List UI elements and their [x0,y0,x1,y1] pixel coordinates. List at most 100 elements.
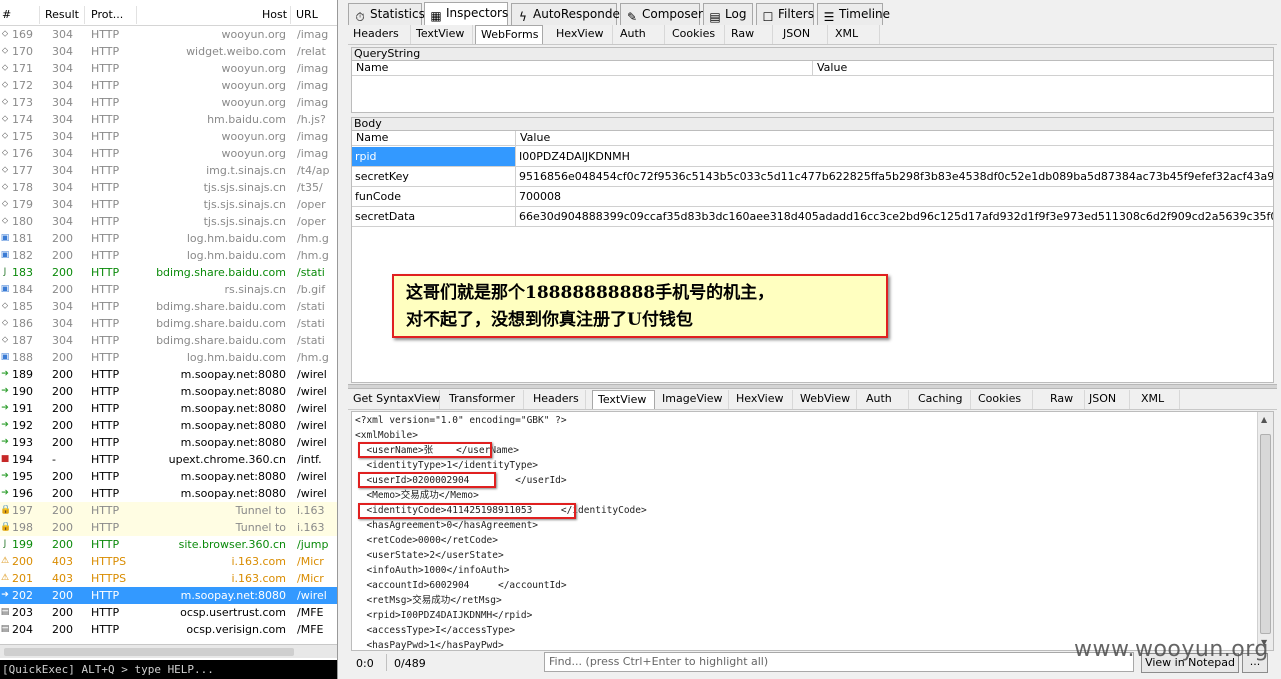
resp-tab-webview[interactable]: WebView [795,390,857,409]
resp-tab-json[interactable]: JSON [1084,390,1130,409]
session-row[interactable]: ➔ 196 200 HTTP m.soopay.net:8080/wirel [0,485,337,502]
session-url: /t4/ap [297,164,330,177]
session-row[interactable]: ▣ 184 200 HTTP rs.sinajs.cn/b.gif [0,281,337,298]
find-input[interactable]: Find... (press Ctrl+Enter to highlight a… [544,652,1134,672]
tab-filters[interactable]: ☐ Filters [756,3,814,25]
tab-inspectors[interactable]: ▦ Inspectors [424,2,508,25]
session-protocol: HTTP [91,62,120,75]
col-header-host[interactable]: Host [262,8,287,21]
session-result: 304 [52,317,73,330]
vscroll-thumb[interactable] [1260,434,1271,634]
session-row[interactable]: ▤ 203 200 HTTP ocsp.usertrust.com/MFE [0,604,337,621]
session-row[interactable]: ▤ 204 200 HTTP ocsp.verisign.com/MFE [0,621,337,638]
tab-log[interactable]: ▤ Log [703,3,753,25]
session-row[interactable]: ▣ 182 200 HTTP log.hm.baidu.com/hm.g [0,247,337,264]
session-num: 180 [12,215,33,228]
body-row-secretkey[interactable]: secretKey 9516856e048454cf0c72f9536c5143… [352,167,1273,187]
response-vscroll[interactable]: ▲ ▼ [1257,412,1273,650]
req-tab-auth[interactable]: Auth [615,25,665,44]
tab-autoresponder[interactable]: ϟ AutoResponder [511,3,625,25]
session-protocol: HTTPS [91,555,127,568]
session-row[interactable]: J 183 200 HTTP bdimg.share.baidu.com/stati [0,264,337,281]
session-row[interactable]: 🔒197 200 HTTP Tunnel to i.163 [0,502,337,519]
session-row[interactable]: ➔ 190 200 HTTP m.soopay.net:8080/wirel [0,383,337,400]
req-tab-hexview[interactable]: HexView [551,25,613,44]
resp-tab-cookies[interactable]: Cookies [973,390,1033,409]
log-icon: ▤ [709,10,721,24]
session-row[interactable]: ⬦ 170 304 HTTP widget.weibo.com/relat [0,43,337,60]
hscroll-thumb[interactable] [4,648,294,656]
resp-tab-auth[interactable]: Auth [861,390,909,409]
quickexec-input[interactable]: [QuickExec] ALT+Q > type HELP... [0,660,337,679]
session-row[interactable]: ⬦ 178 304 HTTP tjs.sjs.sinajs.cn/t35/ [0,179,337,196]
session-row[interactable]: ➔ 202 200 HTTP m.soopay.net:8080/wirel [0,587,337,604]
session-row[interactable]: ⬦ 180 304 HTTP tjs.sjs.sinajs.cn/oper [0,213,337,230]
session-url: /imag [297,96,329,109]
body-grid[interactable]: Name Value rpid I00PDZ4DAIJKDNMH secretK… [351,131,1274,383]
col-header-protocol[interactable]: Prot... [91,8,123,21]
session-url: /hm.g [297,351,329,364]
session-row[interactable]: ⬦ 179 304 HTTP tjs.sjs.sinajs.cn/oper [0,196,337,213]
session-row[interactable]: ➔ 192 200 HTTP m.soopay.net:8080/wirel [0,417,337,434]
body-row-secretdata[interactable]: secretData 66e30d904888399c09ccaf35d83b3… [352,207,1273,227]
col-header-url[interactable]: URL [296,8,318,21]
resp-tab-caching[interactable]: Caching [913,390,971,409]
image-icon: ▣ [0,233,10,243]
session-row[interactable]: ➔ 193 200 HTTP m.soopay.net:8080/wirel [0,434,337,451]
session-row[interactable]: ⬦ 187 304 HTTP bdimg.share.baidu.com/stati [0,332,337,349]
session-row[interactable]: ■ 194 - HTTP upext.chrome.360.cn/intf. [0,451,337,468]
session-row[interactable]: ▣ 188 200 HTTP log.hm.baidu.com/hm.g [0,349,337,366]
body-row-value: I00PDZ4DAIJKDNMH [519,150,630,163]
body-row-rpid[interactable]: rpid I00PDZ4DAIJKDNMH [352,147,1273,167]
req-tab-cookies[interactable]: Cookies [667,25,725,44]
col-header-result[interactable]: Result [45,8,79,21]
session-result: 304 [52,45,73,58]
session-row[interactable]: ⬦ 172 304 HTTP wooyun.org/imag [0,77,337,94]
req-tab-xml[interactable]: XML [830,25,880,44]
req-tab-textview[interactable]: TextView [411,25,473,44]
col-header-num[interactable]: # [2,8,11,21]
session-row[interactable]: ⬦ 176 304 HTTP wooyun.org/imag [0,145,337,162]
resp-tab-syntaxview[interactable]: Get SyntaxView [348,390,440,409]
scroll-up-icon[interactable]: ▲ [1261,415,1267,424]
session-result: 304 [52,62,73,75]
req-tab-webforms[interactable]: WebForms [475,25,543,44]
session-row[interactable]: ⬦ 186 304 HTTP bdimg.share.baidu.com/stati [0,315,337,332]
session-row[interactable]: ➔ 191 200 HTTP m.soopay.net:8080/wirel [0,400,337,417]
body-row-funcode[interactable]: funCode 700008 [352,187,1273,207]
session-protocol: HTTP [91,232,120,245]
session-row[interactable]: ⬦ 174 304 HTTP hm.baidu.com/h.js? [0,111,337,128]
body-row-value: 700008 [519,190,561,203]
session-row[interactable]: ⬦ 169 304 HTTP wooyun.org/imag [0,26,337,43]
req-tab-raw[interactable]: Raw [726,25,773,44]
querystring-grid[interactable]: Name Value [351,61,1274,113]
session-row[interactable]: ⚠ 201 403 HTTPS i.163.com/Micr [0,570,337,587]
session-row[interactable]: ▣ 181 200 HTTP log.hm.baidu.com/hm.g [0,230,337,247]
session-row[interactable]: ⬦ 171 304 HTTP wooyun.org/imag [0,60,337,77]
req-tab-headers[interactable]: Headers [348,25,411,44]
session-row[interactable]: ⬦ 177 304 HTTP img.t.sinajs.cn/t4/ap [0,162,337,179]
resp-tab-raw[interactable]: Raw [1045,390,1085,409]
session-row[interactable]: ➔ 189 200 HTTP m.soopay.net:8080/wirel [0,366,337,383]
session-row[interactable]: ⚠ 200 403 HTTPS i.163.com/Micr [0,553,337,570]
session-row[interactable]: ⬦ 175 304 HTTP wooyun.org/imag [0,128,337,145]
resp-tab-headers[interactable]: Headers [528,390,586,409]
tab-timeline[interactable]: ☰ Timeline [817,3,890,25]
session-row[interactable]: ⬦ 185 304 HTTP bdimg.share.baidu.com/stati [0,298,337,315]
session-row[interactable]: ➔ 195 200 HTTP m.soopay.net:8080/wirel [0,468,337,485]
resp-tab-imageview[interactable]: ImageView [657,390,729,409]
req-tab-json[interactable]: JSON [778,25,828,44]
xml-line: <hasAgreement>0</hasAgreement> [355,520,539,531]
resp-tab-xml[interactable]: XML [1136,390,1180,409]
panel-splitter[interactable] [348,384,1277,389]
response-textview[interactable]: <?xml version="1.0" encoding="GBK" ?> <xm… [351,411,1274,651]
session-row[interactable]: J 199 200 HTTP site.browser.360.cn/jump [0,536,337,553]
tab-composer[interactable]: ✎ Composer [620,3,703,25]
session-row[interactable]: ⬦ 173 304 HTTP wooyun.org/imag [0,94,337,111]
tab-statistics[interactable]: ⏱ Statistics [348,3,425,25]
session-list-hscroll[interactable] [0,644,337,658]
resp-tab-transformer[interactable]: Transformer [444,390,524,409]
resp-tab-hexview[interactable]: HexView [731,390,793,409]
resp-tab-textview[interactable]: TextView [592,390,655,409]
session-row[interactable]: 🔒198 200 HTTP Tunnel to i.163 [0,519,337,536]
